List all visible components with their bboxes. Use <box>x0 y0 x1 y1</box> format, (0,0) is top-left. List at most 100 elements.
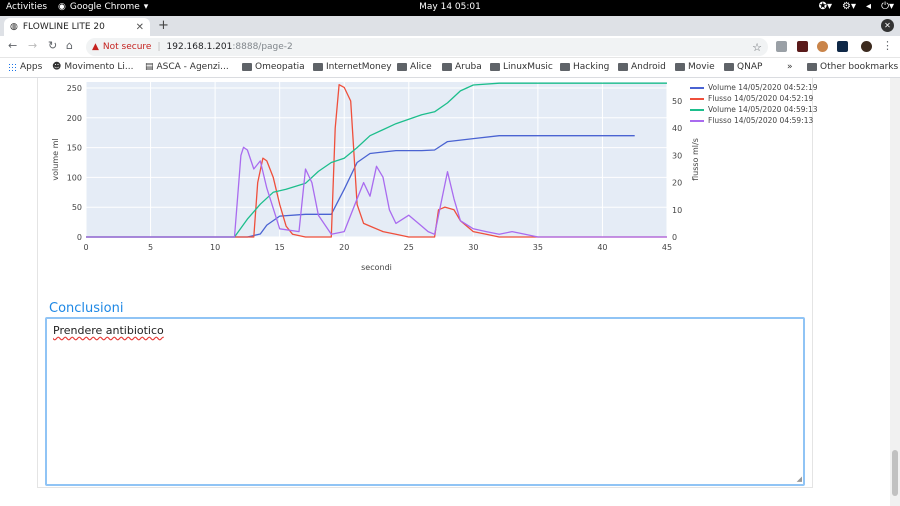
apps-grid-icon <box>8 62 17 72</box>
conclusions-text: Prendere antibiotico <box>53 324 164 337</box>
bookmarks-overflow[interactable]: » <box>787 62 793 72</box>
y-right-tick-label: 0 <box>672 233 677 242</box>
folder-icon <box>675 63 685 71</box>
y-left-tick-label: 100 <box>67 173 82 182</box>
browser-toolbar: ← → ↻ ⌂ ▲ Not secure | 192.168.1.201 :88… <box>0 36 900 58</box>
page-icon: ▤ <box>145 62 154 72</box>
cookie-extension-icon[interactable] <box>817 41 828 52</box>
folder-icon <box>560 63 570 71</box>
folder-icon <box>618 63 628 71</box>
window-close-icon[interactable]: ✕ <box>881 19 894 32</box>
x-tick-label: 35 <box>533 243 543 252</box>
y-left-axis-label: volume ml <box>51 138 60 180</box>
shield-extension-icon[interactable] <box>776 41 787 52</box>
legend-item[interactable]: Flusso 14/05/2020 04:52:19 <box>690 93 830 104</box>
network-icon[interactable]: ⚙▾ <box>842 1 856 12</box>
bookmark-internetmoney[interactable]: InternetMoney <box>313 62 392 72</box>
x-tick-label: 10 <box>210 243 220 252</box>
y-right-tick-label: 10 <box>672 206 682 215</box>
conclusions-title: Conclusioni <box>49 301 124 316</box>
chart-legend: Volume 14/05/2020 04:52:19 Flusso 14/05/… <box>690 82 830 126</box>
x-axis-label: secondi <box>361 263 392 272</box>
bookmarks-bar: Apps ☻ Movimento Li... ▤ ASCA - Agenzi... … <box>0 58 900 78</box>
y-left-tick-label: 250 <box>67 84 82 93</box>
folder-icon <box>724 63 734 71</box>
y-left-tick-label: 50 <box>72 203 82 212</box>
menu-kebab-icon[interactable]: ⋮ <box>882 39 893 52</box>
clock[interactable]: May 14 05:01 <box>0 2 900 12</box>
conclusions-textarea[interactable]: Prendere antibiotico ◢ <box>45 317 805 486</box>
y-right-tick-label: 50 <box>672 97 682 106</box>
x-tick-label: 45 <box>662 243 672 252</box>
bookmark-other[interactable]: Other bookmarks <box>807 62 898 72</box>
page-content: 0 5 10 15 20 25 30 35 40 45 0 50 100 150 200 250 0 10 20 30… <box>0 78 890 506</box>
power-icon[interactable]: ⏻▾ <box>881 1 894 12</box>
folder-icon <box>313 63 323 71</box>
legend-item[interactable]: Volume 14/05/2020 04:52:19 <box>690 82 830 93</box>
reload-icon[interactable]: ↻ <box>48 39 57 52</box>
x-tick-label: 0 <box>83 243 88 252</box>
folder-icon <box>807 63 817 71</box>
page-scrollbar[interactable] <box>890 78 900 506</box>
resize-handle-icon[interactable]: ◢ <box>797 475 802 483</box>
bookmark-aruba[interactable]: Aruba <box>442 62 482 72</box>
y-right-tick-label: 30 <box>672 151 682 160</box>
bookmark-hacking[interactable]: Hacking <box>560 62 609 72</box>
tab-strip: ◍ FLOWLINE LITE 20 ✕ + ✕ <box>0 16 900 36</box>
tab-flowline[interactable]: ◍ FLOWLINE LITE 20 ✕ <box>4 18 150 36</box>
legend-item[interactable]: Flusso 14/05/2020 04:59:13 <box>690 115 830 126</box>
forward-icon[interactable]: → <box>28 39 37 52</box>
address-bar[interactable]: ▲ Not secure | 192.168.1.201 :8888/page-… <box>86 38 768 56</box>
not-secure-label[interactable]: Not secure <box>103 42 152 52</box>
globe-icon: ◍ <box>10 22 18 32</box>
y-left-tick-label: 200 <box>67 114 82 123</box>
x-tick-label: 5 <box>148 243 153 252</box>
bookmark-movie[interactable]: Movie <box>675 62 715 72</box>
url-path: :8888/page-2 <box>232 42 293 52</box>
system-top-bar: Activities ◉ Google Chrome ▾ May 14 05:0… <box>0 0 900 16</box>
x-tick-label: 15 <box>275 243 285 252</box>
bookmark-qnap[interactable]: QNAP <box>724 62 762 72</box>
back-icon[interactable]: ← <box>8 39 17 52</box>
flow-chart: 0 5 10 15 20 25 30 35 40 450501001502002500102030… <box>51 82 700 272</box>
bookmark-movimento[interactable]: ☻ Movimento Li... <box>52 62 134 72</box>
folder-icon <box>242 63 252 71</box>
legend-swatch <box>690 86 704 89</box>
face-icon: ☻ <box>52 62 62 72</box>
x-tick-label: 40 <box>597 243 607 252</box>
avatar[interactable] <box>861 41 872 52</box>
folder-icon <box>397 63 407 71</box>
legend-swatch <box>690 119 704 122</box>
bookmark-star-icon[interactable]: ☆ <box>752 41 762 54</box>
bookmark-android[interactable]: Android <box>618 62 666 72</box>
x-tick-label: 25 <box>404 243 414 252</box>
bookmark-omeopatia[interactable]: Omeopatia <box>242 62 305 72</box>
system-tray[interactable]: ✪▾ ⚙▾ ◂ ⏻▾ <box>819 1 894 12</box>
accessibility-icon[interactable]: ✪▾ <box>819 1 832 12</box>
y-right-axis-label: flusso ml/s <box>691 138 700 181</box>
tab-title: FLOWLINE LITE 20 <box>22 22 105 32</box>
y-left-tick-label: 0 <box>77 233 82 242</box>
plot-background <box>86 82 667 237</box>
warning-icon[interactable]: ▲ <box>92 42 99 52</box>
x-tick-label: 20 <box>339 243 349 252</box>
url-host: 192.168.1.201 <box>166 42 233 52</box>
legend-swatch <box>690 108 704 111</box>
folder-icon <box>490 63 500 71</box>
volume-icon[interactable]: ◂ <box>866 1 871 12</box>
close-tab-icon[interactable]: ✕ <box>136 22 144 33</box>
y-right-tick-label: 40 <box>672 124 682 133</box>
home-icon[interactable]: ⌂ <box>66 39 73 52</box>
extension-icon[interactable] <box>797 41 808 52</box>
bookmark-linuxmusic[interactable]: LinuxMusic <box>490 62 553 72</box>
bookmark-apps[interactable]: Apps <box>8 62 42 72</box>
bookmark-alice[interactable]: Alice <box>397 62 432 72</box>
folder-icon <box>442 63 452 71</box>
bookmark-asca[interactable]: ▤ ASCA - Agenzi... <box>145 62 229 72</box>
react-extension-icon[interactable] <box>837 41 848 52</box>
legend-item[interactable]: Volume 14/05/2020 04:59:13 <box>690 104 830 115</box>
scrollbar-thumb[interactable] <box>892 450 898 496</box>
separator: | <box>157 42 161 52</box>
x-tick-label: 30 <box>468 243 478 252</box>
new-tab-button[interactable]: + <box>158 18 169 33</box>
